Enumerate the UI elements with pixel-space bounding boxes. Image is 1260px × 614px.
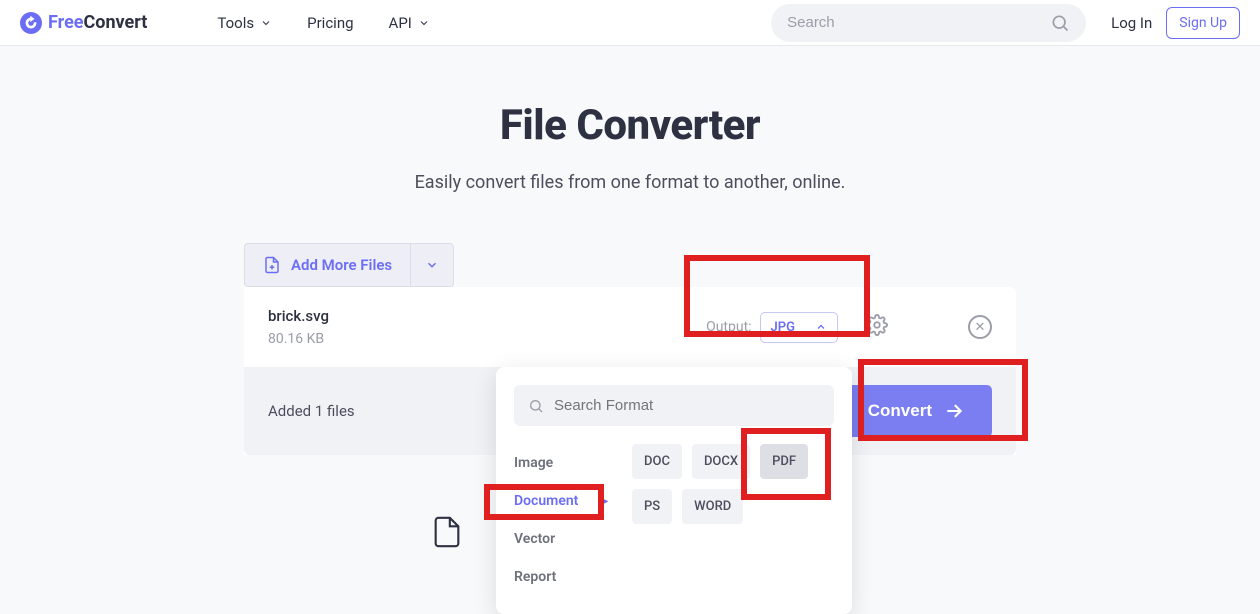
gear-icon [866,314,888,336]
header-search[interactable] [771,4,1086,42]
chevron-down-icon [260,17,272,29]
nav-tools-label: Tools [217,14,254,32]
output-value: JPG [771,320,795,335]
convert-label: Convert [868,401,932,421]
triangle-right-icon: ▶ [600,496,608,507]
category-document[interactable]: Document▶ [514,482,618,520]
nav-api-label: API [389,14,412,32]
file-icon [430,515,464,549]
nav-tools[interactable]: Tools [217,14,272,32]
convert-button[interactable]: Convert [840,385,992,437]
nav-api[interactable]: API [389,14,430,32]
format-word[interactable]: WORD [682,489,743,524]
file-plus-icon [263,256,281,274]
chevron-down-icon [418,17,430,29]
format-pdf[interactable]: PDF [760,444,808,479]
nav-pricing-label: Pricing [307,14,353,32]
format-dropdown: Image Document▶ Vector Report DOC DOCX P… [496,367,852,614]
chevron-down-icon [425,258,439,272]
file-name: brick.svg [268,307,702,325]
logo-icon [20,12,42,34]
close-icon: ✕ [968,315,992,339]
add-more-label: Add More Files [291,256,392,274]
logo-text-free: Free [48,12,84,33]
search-icon [1050,13,1070,33]
page-title: File Converter [0,101,1260,150]
search-icon [528,398,544,414]
output-label: Output: [706,319,751,335]
remove-file-button[interactable]: ✕ [968,315,992,339]
logo-text-convert: Convert [84,12,148,33]
nav-pricing[interactable]: Pricing [307,14,353,32]
chevron-up-icon [815,321,827,333]
login-link[interactable]: Log In [1111,14,1152,32]
format-search-input[interactable] [554,397,820,414]
format-ps[interactable]: PS [632,489,672,524]
format-search[interactable] [514,385,834,426]
settings-button[interactable] [866,314,888,340]
file-size: 80.16 KB [268,331,702,347]
format-docx[interactable]: DOCX [692,444,750,479]
add-more-dropdown[interactable] [410,243,454,287]
category-vector[interactable]: Vector [514,520,618,558]
file-row: brick.svg 80.16 KB Output: JPG ✕ [244,287,1016,367]
signup-button[interactable]: Sign Up [1166,7,1240,39]
logo[interactable]: FreeConvert [20,12,147,34]
category-report[interactable]: Report [514,558,618,596]
search-input[interactable] [787,14,1040,31]
category-image[interactable]: Image [514,444,618,482]
add-more-files-button[interactable]: Add More Files [244,243,410,287]
format-doc[interactable]: DOC [632,444,682,479]
arrow-right-icon [944,401,964,421]
output-select[interactable]: JPG [760,312,838,343]
page-subtitle: Easily convert files from one format to … [0,172,1260,193]
